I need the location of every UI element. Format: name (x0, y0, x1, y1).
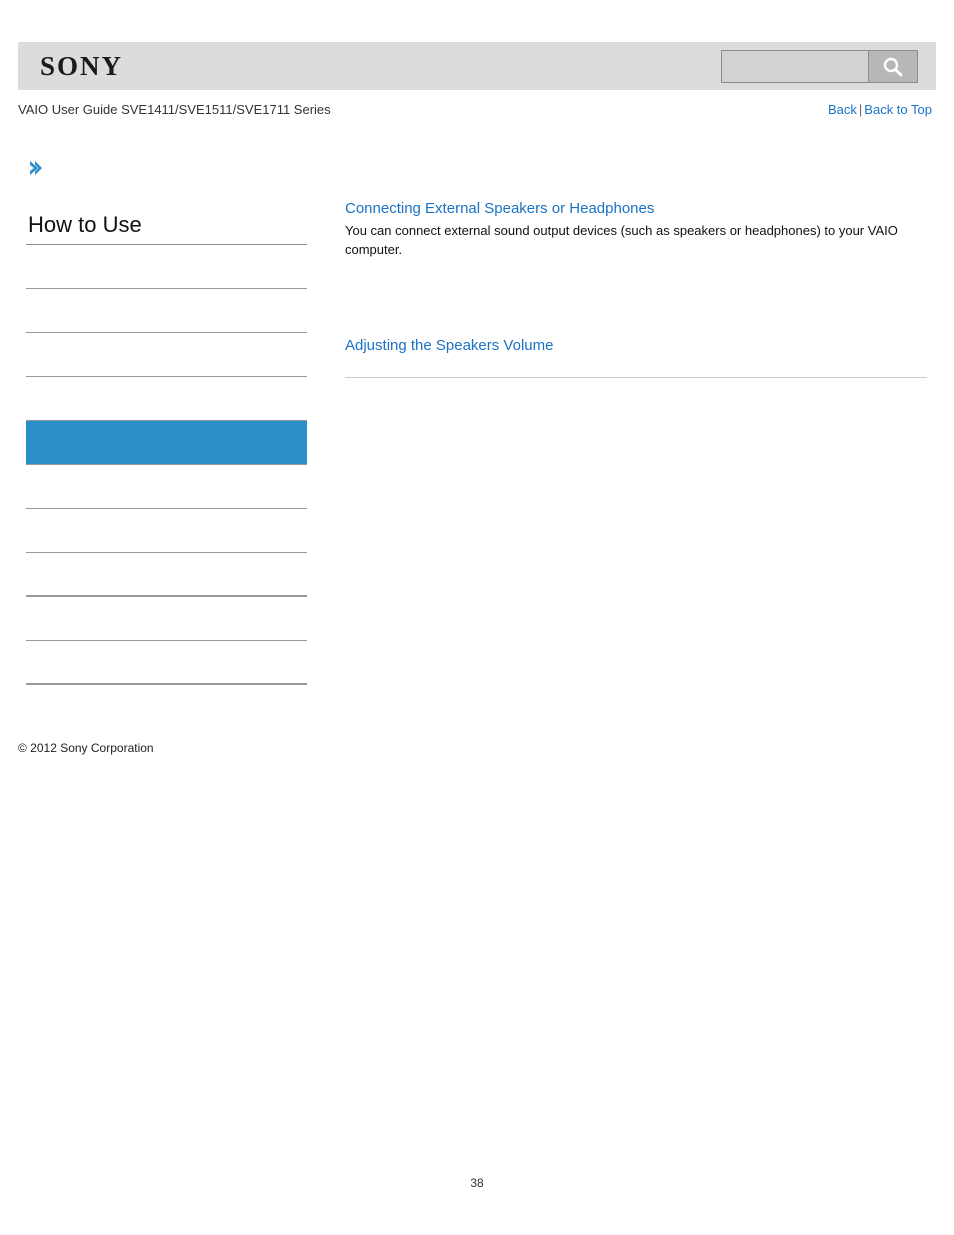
sidebar-item-7[interactable] (26, 553, 307, 597)
guide-title: VAIO User Guide SVE1411/SVE1511/SVE1711 … (18, 102, 331, 117)
header-nav-links: Back | Back to Top (828, 100, 932, 120)
search-input[interactable] (722, 51, 868, 82)
sidebar-item-3[interactable] (26, 377, 307, 421)
sidebar-item-8[interactable] (26, 597, 307, 641)
topic-link-adjusting-speakers-volume[interactable]: Adjusting the Speakers Volume (345, 335, 927, 357)
search-button[interactable] (868, 51, 917, 82)
sidebar-item-4-selected[interactable] (26, 421, 307, 465)
content-divider (345, 377, 927, 378)
search-box[interactable] (721, 50, 918, 83)
sidebar: How to Use (26, 158, 307, 685)
subheader: VAIO User Guide SVE1411/SVE1511/SVE1711 … (18, 100, 936, 120)
chevron-right-icon[interactable] (26, 158, 46, 178)
sidebar-item-9[interactable] (26, 641, 307, 685)
topic-entry-1: Adjusting the Speakers Volume (345, 335, 927, 378)
back-link[interactable]: Back (828, 102, 857, 117)
topic-link-connecting-external-speakers[interactable]: Connecting External Speakers or Headphon… (345, 198, 927, 220)
sidebar-item-2[interactable] (26, 333, 307, 377)
header-band: SONY (18, 42, 936, 90)
sidebar-item-5[interactable] (26, 465, 307, 509)
topic-entry-0: Connecting External Speakers or Headphon… (345, 198, 927, 259)
sidebar-item-1[interactable] (26, 289, 307, 333)
sony-logo: SONY (40, 51, 124, 81)
page-number: 38 (470, 1176, 484, 1190)
main-content: Connecting External Speakers or Headphon… (345, 198, 927, 378)
sidebar-menu (26, 245, 307, 685)
search-icon (881, 55, 905, 79)
sidebar-item-6[interactable] (26, 509, 307, 553)
copyright-text: © 2012 Sony Corporation (18, 741, 154, 755)
sidebar-item-0[interactable] (26, 245, 307, 289)
topic-description-0: You can connect external sound output de… (345, 223, 898, 257)
page-title: How to Use (26, 212, 307, 245)
back-to-top-link[interactable]: Back to Top (864, 102, 932, 117)
